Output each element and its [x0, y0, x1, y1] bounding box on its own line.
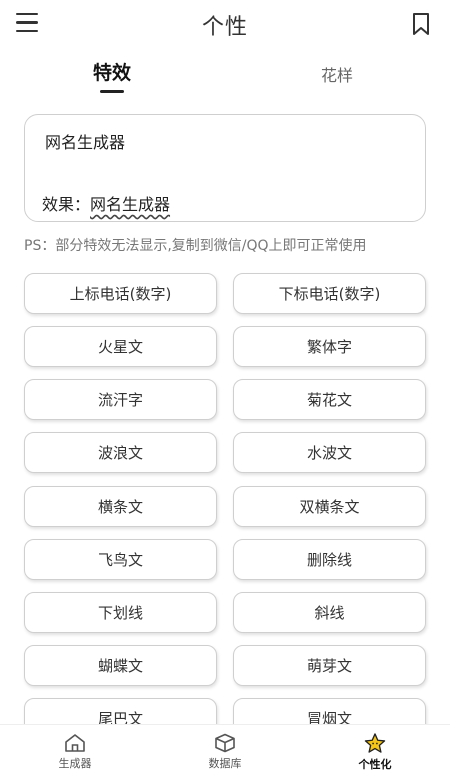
result-label: 效果：	[42, 195, 91, 214]
effect-button-butterfly[interactable]: 蝴蝶文	[24, 645, 217, 686]
effect-button-chrysanthemum[interactable]: 菊花文	[233, 379, 426, 420]
box-icon	[215, 733, 235, 753]
tab-patterns[interactable]: 花样	[277, 62, 397, 86]
nav-label-database: 数据库	[208, 757, 242, 770]
bottom-nav: 生成器 数据库 个性化	[0, 724, 450, 779]
result-value: 网名生成器	[90, 195, 171, 214]
page-title: 个性	[201, 15, 248, 40]
nav-item-personalize[interactable]: 个性化	[335, 733, 415, 772]
nav-item-database[interactable]: 数据库	[185, 733, 265, 771]
result-row: 效果：网名生成器	[42, 191, 170, 215]
tab-indicator	[100, 90, 124, 93]
nav-label-personalize: 个性化	[358, 758, 392, 771]
effect-button-horizontal-bar[interactable]: 横条文	[24, 486, 217, 527]
app-header: 个性	[0, 0, 450, 50]
effect-button-traditional[interactable]: 繁体字	[233, 326, 426, 367]
effect-button-underline[interactable]: 下划线	[24, 592, 217, 633]
star-icon	[364, 733, 386, 753]
tab-bar: 特效 花样	[0, 58, 450, 98]
home-icon	[65, 734, 85, 752]
tab-effects[interactable]: 特效	[52, 58, 172, 85]
effect-button-wave[interactable]: 波浪文	[24, 432, 217, 473]
effect-button-superscript-phone[interactable]: 上标电话(数字)	[24, 273, 217, 314]
effect-button-double-bar[interactable]: 双横条文	[233, 486, 426, 527]
effect-button-sprout[interactable]: 萌芽文	[233, 645, 426, 686]
effect-button-strikethrough[interactable]: 删除线	[233, 539, 426, 580]
effect-button-martian[interactable]: 火星文	[24, 326, 217, 367]
effect-button-sweat[interactable]: 流汗字	[24, 379, 217, 420]
text-input-box[interactable]: 网名生成器 效果：网名生成器	[24, 114, 426, 222]
effect-button-ripple[interactable]: 水波文	[233, 432, 426, 473]
nav-label-generator: 生成器	[58, 757, 92, 770]
bookmark-icon[interactable]	[412, 12, 430, 36]
effect-button-subscript-phone[interactable]: 下标电话(数字)	[233, 273, 426, 314]
effect-button-bird[interactable]: 飞鸟文	[24, 539, 217, 580]
input-text[interactable]: 网名生成器	[45, 129, 125, 153]
effect-button-slash[interactable]: 斜线	[233, 592, 426, 633]
ps-note: PS：部分特效无法显示,复制到微信/QQ上即可正常使用	[24, 238, 367, 254]
nav-item-generator[interactable]: 生成器	[35, 733, 115, 771]
